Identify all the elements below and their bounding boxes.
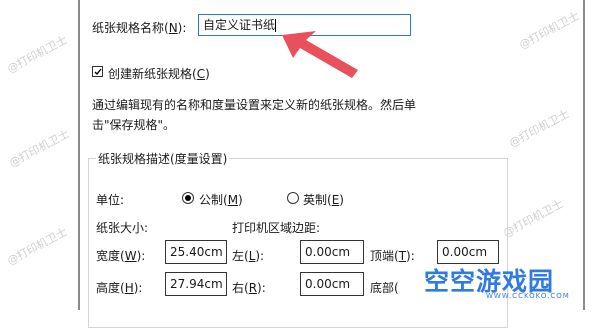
red-arrow-annotation bbox=[282, 31, 358, 78]
arrow-icon bbox=[282, 31, 358, 78]
